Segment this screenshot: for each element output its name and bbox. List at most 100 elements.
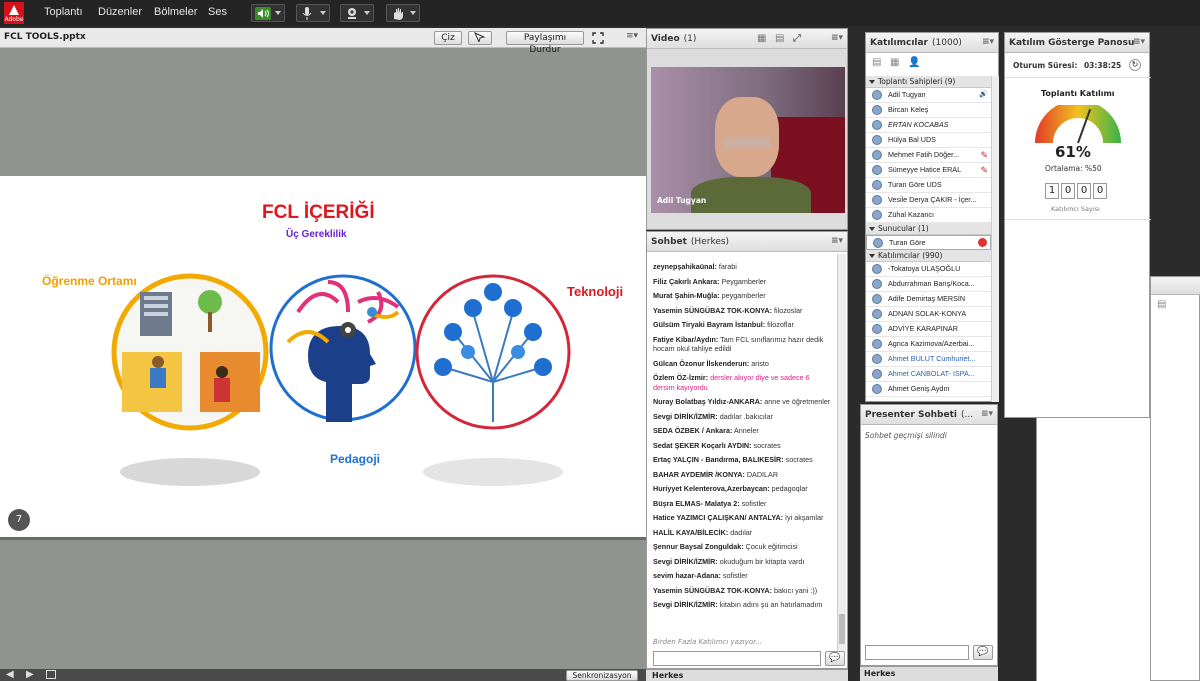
participant-name: Vesile Derya ÇAKIR - İçer... — [888, 195, 977, 204]
next-icon[interactable]: ▶ — [26, 669, 34, 680]
speaker-icon: 🔊 — [979, 91, 988, 98]
pod-menu-icon[interactable]: ≡▾ — [626, 31, 638, 41]
participant-name: ADVİYE KARAPINAR — [888, 324, 958, 333]
participant-row[interactable]: Ahmet BULUT Cumhuriet... — [866, 352, 991, 367]
attendance-average: Ortalama: %50 — [1045, 164, 1102, 173]
list-view-icon[interactable]: ▤ — [872, 57, 881, 68]
participant-name: Bircan Keleş — [888, 105, 929, 114]
chevron-down-icon — [410, 11, 416, 15]
draw-button[interactable]: Çiz — [434, 31, 462, 45]
participant-row[interactable]: Sümeyye Hatice ERAL ✎ — [866, 163, 991, 178]
dashboard-header: Katılım Gösterge Panosu ≡▾ — [1005, 33, 1149, 53]
chat-text: kitabın adını şu an hatırlamadım — [717, 600, 823, 609]
participant-name: -Tokatoya ULAŞOĞLU — [888, 264, 961, 273]
chat-message: Huriyyet Kelenterova,Azerbaycan: pedagoq… — [653, 484, 831, 494]
participant-row[interactable]: Bircan Keleş — [866, 103, 991, 118]
chat-message: Sevgi DİRİK/İZMİR: dadılar .bakıcılar — [653, 412, 831, 422]
participant-row[interactable]: ADVİYE KARAPINAR — [866, 322, 991, 337]
microphone-button[interactable] — [296, 4, 330, 22]
pod-menu-icon[interactable]: ≡▾ — [981, 409, 993, 419]
chat-sender: BAHAR AYDEMİR /KONYA: — [653, 469, 745, 479]
presenter-chat-input[interactable] — [865, 645, 969, 660]
menu-toplanti[interactable]: Toplantı — [44, 6, 83, 18]
chat-sender: SEDA ÖZBEK / Ankara: — [653, 426, 733, 435]
participant-row[interactable]: Agnca Kazimova/Azerbai... — [866, 337, 991, 352]
raise-hand-button[interactable] — [386, 4, 420, 22]
chat-scrollbar[interactable] — [837, 254, 846, 652]
participant-row[interactable]: Adil Tugyan 🔊 — [866, 88, 991, 103]
participant-name: Ahmet CANBOLAT- ISPA... — [888, 369, 975, 378]
speaker-button[interactable] — [251, 4, 285, 22]
participant-row[interactable]: Turan Göre UDS — [866, 178, 991, 193]
remove-icon[interactable] — [978, 238, 987, 247]
chat-sender: zeynepşahikaünal: — [653, 262, 717, 271]
participant-name: Ahmet Geniş Aydın — [888, 384, 950, 393]
stop-sharing-button[interactable]: Paylaşımı Durdur — [506, 31, 584, 55]
share-pod-header: FCL TOOLS.pptx Çiz Paylaşımı Durdur ≡▾ — [0, 28, 646, 55]
participant-name: ADNAN SOLAK-KONYA — [888, 309, 967, 318]
participant-row[interactable]: Turan Göre — [866, 235, 991, 250]
chat-messages: zeynepşahikaünal: farabi Filiz Çakırlı An… — [649, 262, 835, 638]
fullscreen-icon[interactable] — [592, 32, 604, 44]
participant-name: Sümeyye Hatice ERAL — [888, 165, 962, 174]
chat-footer-tab[interactable]: Herkes — [652, 671, 683, 680]
pod-menu-icon[interactable]: ≡▾ — [1133, 37, 1145, 47]
grid-view-icon[interactable]: ▦ — [757, 33, 766, 44]
participant-row[interactable]: Mehmet Fatih Döğer... ✎ — [866, 148, 991, 163]
expand-icon[interactable]: ⤢ — [793, 33, 801, 44]
participants-scrollbar[interactable] — [991, 76, 999, 402]
participant-row[interactable]: Vesile Derya ÇAKIR - İçer... — [866, 193, 991, 208]
pointer-button[interactable] — [468, 31, 492, 45]
chat-input[interactable] — [653, 651, 821, 666]
participant-row[interactable]: -Tokatoya ULAŞOĞLU — [866, 262, 991, 277]
presenter-send-button[interactable]: 💬 — [973, 645, 993, 660]
sync-button[interactable]: Senkronizasyon — [566, 670, 638, 681]
presenter-chat-pod: Presenter Sohbeti (... ≡▾ Sohbet geçmişi … — [860, 404, 998, 666]
participant-row[interactable]: Ahmet Geniş Aydın — [866, 382, 991, 397]
participant-row[interactable]: Adife Demirtaş MERSİN — [866, 292, 991, 307]
menu-duzenler[interactable]: Düzenler — [98, 6, 142, 18]
chat-text: İyi akşamlar — [783, 513, 824, 522]
chat-text: dadılar — [728, 527, 753, 537]
chat-message: Gülsüm Tiryaki Bayram İstanbul: filozofl… — [653, 320, 831, 330]
participants-section-header[interactable]: Katılımcılar (990) — [866, 250, 991, 262]
participants-section-header[interactable]: Toplantı Sahipleri (9) — [866, 76, 991, 88]
chat-message: Yasemin SÜNGÜBAZ TOK-KONYA: bakıcı yani … — [653, 586, 831, 596]
chat-text: filozoslar — [772, 305, 803, 315]
pod-menu-icon[interactable]: ≡▾ — [831, 236, 843, 246]
send-button[interactable]: 💬 — [825, 651, 845, 666]
thumbnail-icon[interactable] — [46, 670, 56, 679]
menu-ses[interactable]: Ses — [208, 6, 227, 18]
grid-view-icon[interactable]: ▦ — [890, 57, 899, 68]
pod-menu-icon[interactable]: ≡▾ — [982, 37, 994, 47]
dashboard-title: Katılım Gösterge Panosu — [1009, 38, 1135, 48]
prev-icon[interactable]: ◀ — [6, 669, 14, 680]
chat-sender: Yasemin SÜNGÜBAZ TOK-KONYA: — [653, 305, 773, 315]
participant-row[interactable]: Hülya Bal UDS — [866, 133, 991, 148]
chat-message: zeynepşahikaünal: farabi — [653, 262, 831, 272]
participant-row[interactable]: ERTAN KOCABAS — [866, 118, 991, 133]
pod-menu-icon[interactable]: ≡▾ — [831, 33, 843, 43]
list-view-icon[interactable]: ▤ — [1157, 299, 1166, 310]
chat-sender: Sevgi DİRİK/İZMİR: — [653, 411, 718, 421]
chat-sender: Fatiye Kibar/Aydın: — [653, 334, 719, 344]
participant-row[interactable]: Abdurrahman Barış/Koca... — [866, 277, 991, 292]
participants-section-header[interactable]: Sunucular (1) — [866, 223, 991, 235]
chat-sender: Büşra ELMAS- Malatya 2: — [653, 498, 740, 508]
presenter-chat-header: Presenter Sohbeti (... ≡▾ — [861, 405, 997, 425]
list-view-icon[interactable]: ▤ — [775, 33, 784, 44]
participant-row[interactable]: Ahmet CANBOLAT- ISPA... — [866, 367, 991, 382]
participant-row[interactable]: Zühal Kazancı — [866, 208, 991, 223]
user-icon — [872, 324, 882, 334]
chat-sender: Yasemin SÜNGÜBAZ TOK-KONYA: — [653, 585, 773, 595]
status-view-icon[interactable]: 👤 — [908, 57, 920, 68]
participant-row[interactable]: ADNAN SOLAK-KONYA — [866, 307, 991, 322]
presenter-chat-footer-tab[interactable]: Herkes — [864, 669, 895, 678]
refresh-icon[interactable]: ↻ — [1129, 59, 1141, 71]
menu-bolmeler[interactable]: Bölmeler — [154, 6, 197, 18]
webcam-button[interactable] — [340, 4, 374, 22]
hand-icon — [394, 8, 403, 20]
user-icon — [872, 165, 882, 175]
participants-count: (1000) — [932, 38, 962, 48]
user-icon — [872, 294, 882, 304]
